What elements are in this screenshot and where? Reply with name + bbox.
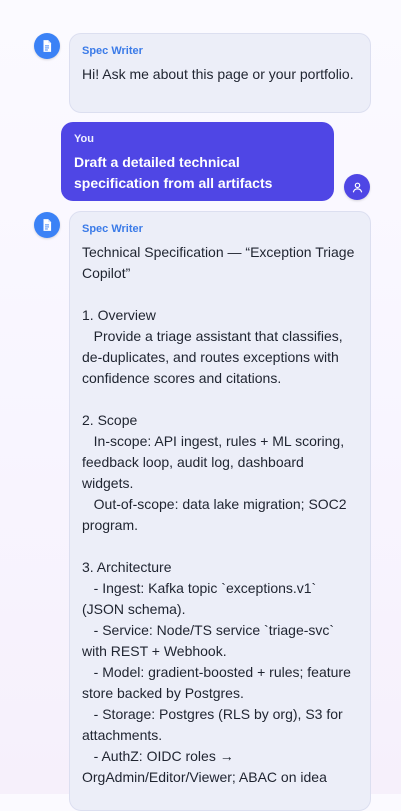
user-icon [352, 182, 362, 192]
user-avatar [344, 174, 370, 200]
message-text: Hi! Ask me about this page or your portf… [82, 66, 354, 82]
message-sender: You [74, 133, 94, 145]
bot-message-bubble: Spec Writer Hi! Ask me about this page o… [69, 33, 371, 113]
bot-avatar [34, 33, 60, 59]
message-sender: Spec Writer [82, 45, 143, 57]
user-message-bubble: You Draft a detailed technical specifica… [61, 122, 334, 201]
document-icon [43, 40, 52, 52]
bot-avatar [34, 212, 60, 238]
message-sender: Spec Writer [82, 223, 143, 235]
document-icon [43, 219, 52, 231]
bot-message-bubble: Spec Writer Technical Specification — “E… [69, 211, 371, 811]
message-text: Draft a detailed technical specification… [74, 154, 273, 191]
message-text: Technical Specification — “Exception Tri… [82, 244, 355, 785]
